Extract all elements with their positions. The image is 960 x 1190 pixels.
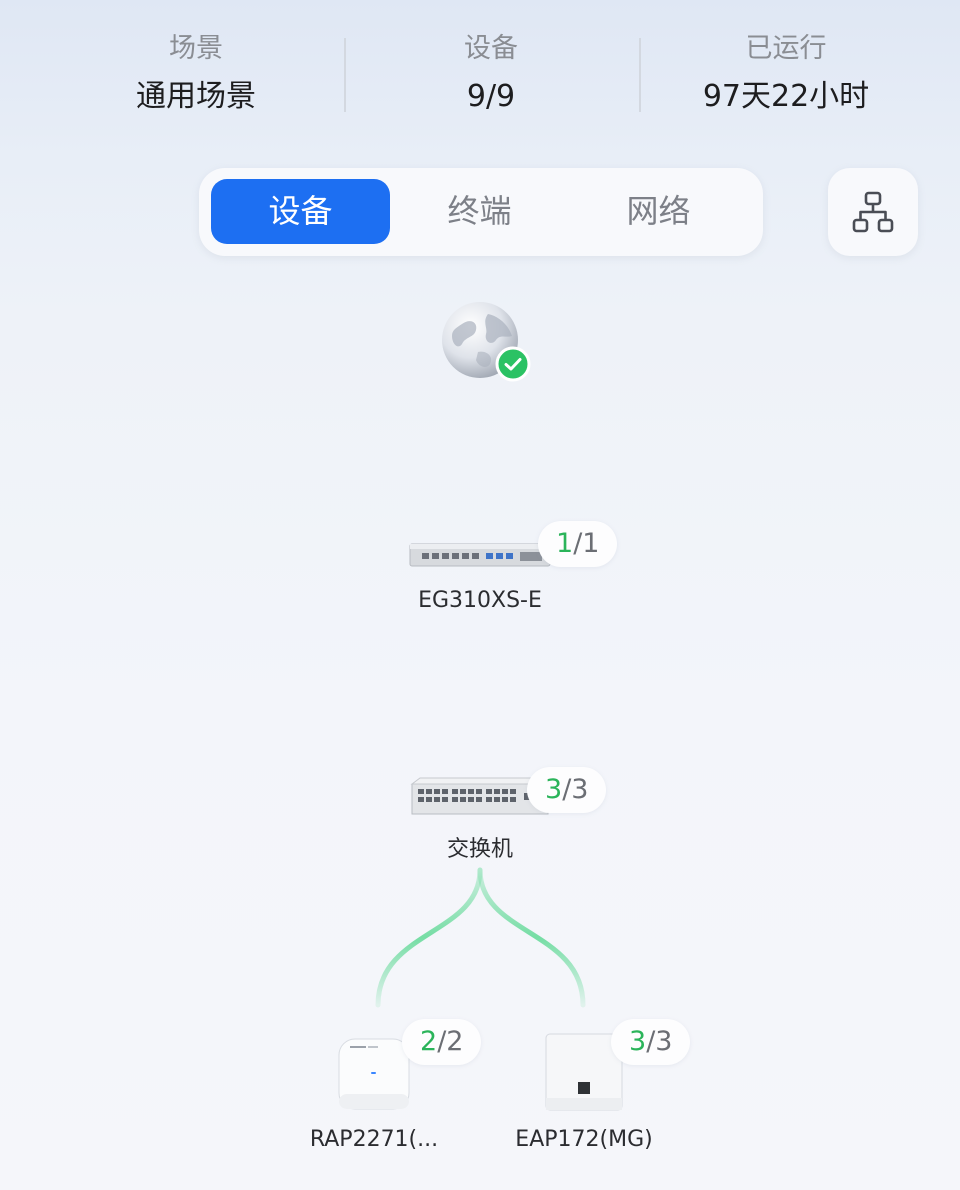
access-point-icon <box>338 1038 410 1110</box>
switch-online-badge: 3/3 <box>527 767 607 813</box>
total-count: 3 <box>655 1026 673 1057</box>
total-count: 1 <box>582 528 600 559</box>
gateway-online-badge: 1/1 <box>538 521 618 567</box>
link-switch-ap1 <box>375 867 483 1008</box>
ap2-name: EAP172(MG) <box>515 1127 653 1152</box>
count-separator: / <box>562 774 572 805</box>
ap1-name: RAP2271(... <box>309 1127 439 1152</box>
count-separator: / <box>646 1026 656 1057</box>
count-separator: / <box>437 1026 447 1057</box>
count-separator: / <box>573 528 583 559</box>
online-count: 3 <box>629 1026 647 1057</box>
ap1-node[interactable] <box>336 1036 412 1112</box>
switch-name: 交换机 <box>446 837 513 862</box>
ap1-online-badge: 2/2 <box>402 1019 482 1065</box>
gateway-name: EG310XS-E <box>418 588 542 613</box>
internet-node[interactable] <box>440 300 532 382</box>
online-count: 1 <box>556 528 574 559</box>
gateway-device-icon <box>409 543 551 567</box>
online-check-icon <box>495 346 531 382</box>
ap2-online-badge: 3/3 <box>611 1019 691 1065</box>
link-switch-ap2 <box>477 867 586 1008</box>
online-count: 3 <box>545 774 563 805</box>
online-count: 2 <box>420 1026 438 1057</box>
total-count: 2 <box>446 1026 464 1057</box>
gateway-node[interactable] <box>408 540 552 570</box>
total-count: 3 <box>571 774 589 805</box>
